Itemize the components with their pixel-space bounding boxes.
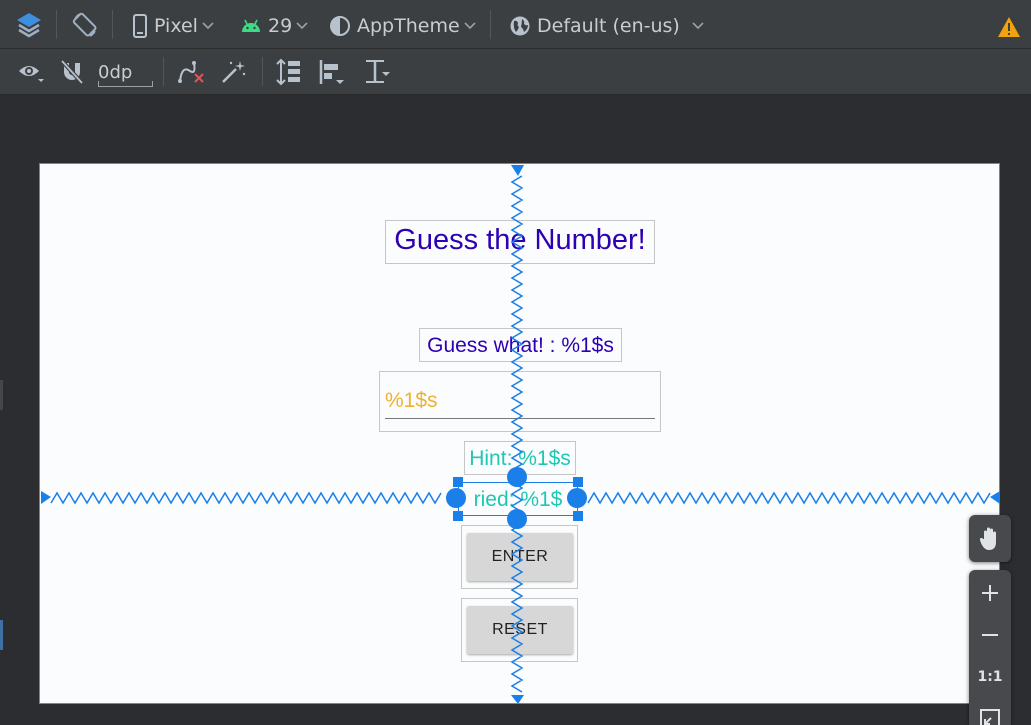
- pack-button[interactable]: [275, 58, 303, 86]
- chevron-down-icon: [692, 22, 704, 30]
- plus-icon: [982, 585, 998, 601]
- pack-icon: [276, 58, 300, 86]
- autoconnect-toggle[interactable]: [60, 58, 84, 86]
- resize-handle-top-right: [573, 477, 583, 487]
- chevron-down-icon: [464, 22, 476, 30]
- design-surface-layers-button[interactable]: [14, 11, 44, 39]
- design-surface[interactable]: Guess the Number! Guess what! : %1$s %1$…: [39, 163, 1000, 704]
- constraint-arrow-bottom: [511, 695, 524, 704]
- default-margin-value: 0dp: [98, 61, 133, 83]
- theme-selector[interactable]: AppTheme: [329, 12, 476, 40]
- constraints-overlay: [41, 165, 1000, 704]
- zoom-in-button[interactable]: [969, 576, 1011, 610]
- constraint-toolbar: 0dp: [0, 49, 1031, 95]
- warnings-button[interactable]: [997, 13, 1021, 41]
- zoom-controls-panel: 1:1: [969, 570, 1011, 725]
- android-icon: [242, 19, 260, 32]
- eye-icon: [19, 66, 44, 82]
- anchor-bottom: [507, 509, 527, 529]
- zoom-to-fit-button[interactable]: [969, 704, 1011, 725]
- globe-icon: [510, 16, 530, 36]
- clear-constraints-icon: [178, 61, 204, 83]
- anchor-right: [567, 488, 587, 508]
- vertical-constraint-zigzag: [510, 175, 524, 693]
- constraint-arrow-right: [990, 491, 1000, 504]
- zoom-out-button[interactable]: [969, 618, 1011, 652]
- guidelines-icon: [366, 60, 390, 83]
- warning-icon: [998, 17, 1020, 37]
- rotate-device-icon: [72, 12, 97, 37]
- left-panel-edge-active: [0, 620, 3, 650]
- resize-handle-top-left: [453, 477, 463, 487]
- guidelines-button[interactable]: [362, 58, 390, 86]
- chevron-down-icon: [296, 22, 308, 30]
- view-options-button[interactable]: [17, 58, 47, 86]
- magnet-off-icon: [60, 59, 84, 85]
- pan-tool-panel: [969, 515, 1011, 562]
- zoom-actual-size-button[interactable]: 1:1: [969, 660, 1011, 694]
- main-toolbar: Pixel 29 AppTheme Default (en-us): [0, 0, 1031, 49]
- orientation-button[interactable]: [70, 11, 100, 39]
- left-panel-edge: [0, 380, 3, 410]
- anchor-top: [507, 467, 527, 487]
- api-level-label: 29: [268, 15, 293, 37]
- constraint-arrow-top: [511, 165, 524, 176]
- layers-icon: [17, 13, 41, 38]
- magic-wand-icon: [222, 61, 246, 83]
- theme-icon: [330, 16, 350, 36]
- hand-icon: [979, 527, 996, 550]
- phone-icon: [133, 14, 147, 38]
- anchor-left: [446, 488, 466, 508]
- chevron-down-icon: [202, 22, 214, 30]
- resize-handle-bottom-right: [573, 511, 583, 521]
- align-left-icon: [319, 60, 344, 84]
- infer-constraints-button[interactable]: [220, 58, 248, 86]
- zoom-reset-label: 1:1: [977, 669, 1003, 685]
- resize-handle-bottom-left: [453, 511, 463, 521]
- theme-label: AppTheme: [357, 15, 460, 37]
- constraint-arrow-left: [41, 491, 51, 504]
- device-label: Pixel: [154, 15, 198, 37]
- device-selector[interactable]: Pixel: [132, 12, 214, 40]
- locale-selector[interactable]: Default (en-us): [509, 12, 704, 40]
- align-button[interactable]: [318, 58, 346, 86]
- clear-constraints-button[interactable]: [176, 58, 206, 86]
- minus-icon: [982, 634, 998, 636]
- pan-button[interactable]: [969, 515, 1011, 562]
- api-level-selector[interactable]: 29: [240, 12, 308, 40]
- locale-label: Default (en-us): [537, 15, 680, 37]
- default-margins-button[interactable]: 0dp: [98, 58, 153, 87]
- zoom-fit-icon: [980, 709, 1000, 725]
